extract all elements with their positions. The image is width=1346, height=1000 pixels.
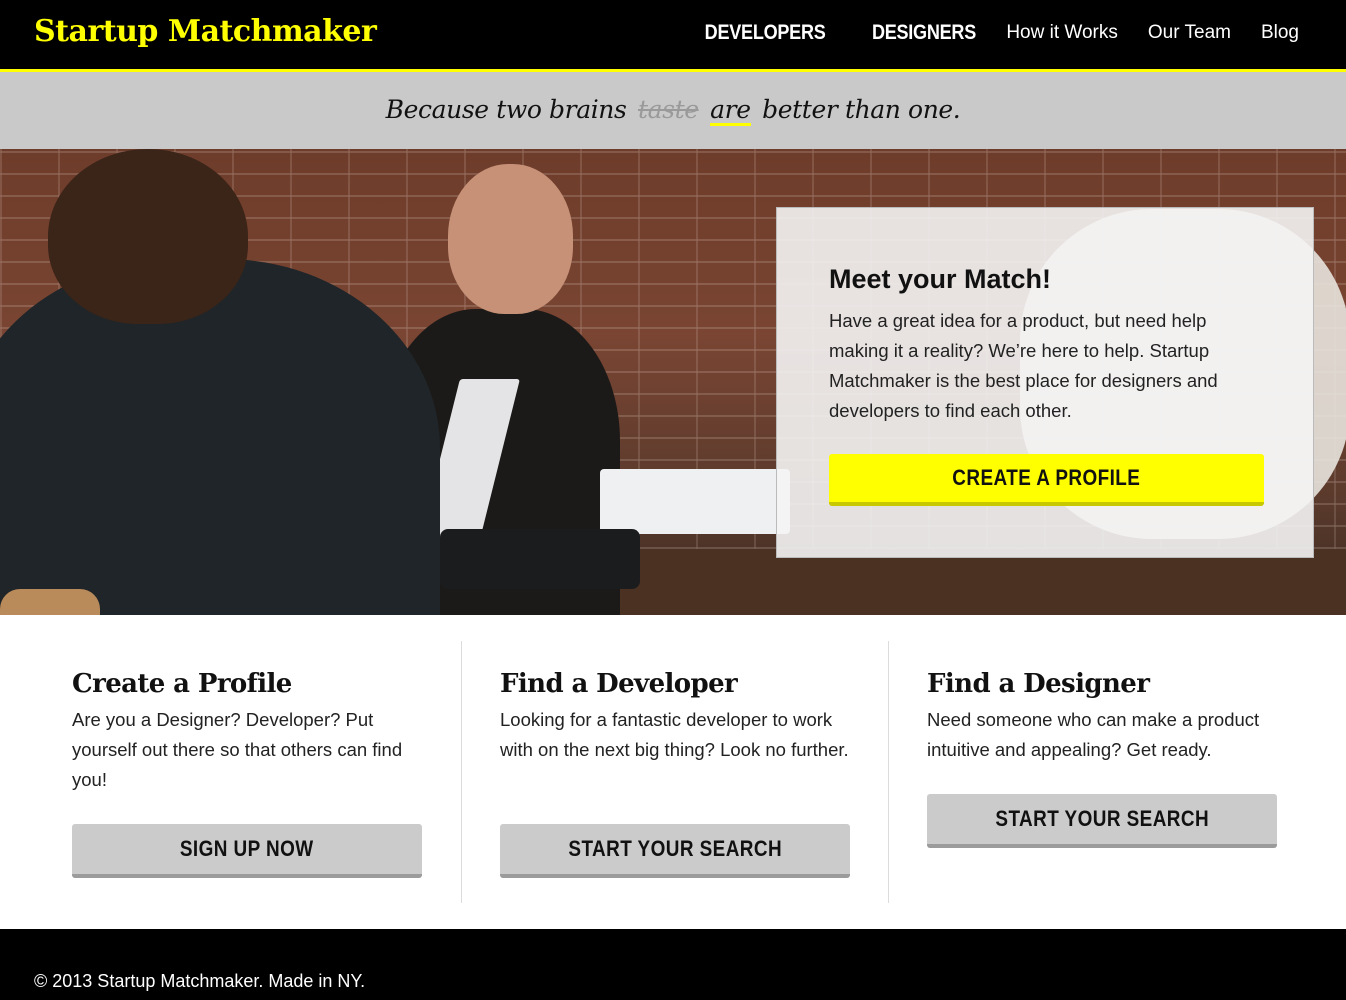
hero-photo-laptop-center — [600, 469, 790, 534]
find-developer-search-button[interactable]: START YOUR SEARCH — [500, 824, 850, 878]
site-footer: © 2013 Startup Matchmaker. Made in NY. — [0, 929, 1346, 1000]
nav-blog[interactable]: Blog — [1261, 22, 1299, 44]
feature-create-profile: Create a Profile Are you a Designer? Dev… — [34, 641, 461, 903]
feature-text: Looking for a fantastic developer to wor… — [500, 709, 849, 760]
feature-text: Are you a Designer? Developer? Put yours… — [72, 709, 403, 790]
footer-copyright: © 2013 Startup Matchmaker. Made in NY. — [34, 971, 366, 991]
site-logo[interactable]: Startup Matchmaker — [34, 14, 377, 49]
tagline-struck-word: taste — [637, 94, 699, 124]
sign-up-now-button-label: SIGN UP NOW — [180, 836, 314, 861]
match-description: Have a great idea for a product, but nee… — [829, 310, 1218, 421]
main-nav: DEVELOPERS DESIGNERS How it Works Our Te… — [673, 21, 1299, 45]
feature-find-developer: Find a Developer Looking for a fantastic… — [461, 641, 888, 903]
tagline-before: Because two brains — [385, 94, 627, 124]
nav-developers[interactable]: DEVELOPERS — [704, 21, 825, 45]
feature-title: Find a Designer — [927, 669, 1150, 699]
tagline-after: better than one. — [762, 94, 961, 124]
tagline: Because two brains taste are better than… — [386, 95, 961, 127]
sign-up-now-button[interactable]: SIGN UP NOW — [72, 824, 422, 878]
feature-title: Find a Developer — [500, 669, 738, 699]
match-card: Meet your Match! Have a great idea for a… — [776, 207, 1314, 558]
features-section: Create a Profile Are you a Designer? Dev… — [0, 615, 1346, 929]
nav-designers[interactable]: DESIGNERS — [872, 21, 976, 45]
hero-photo-bag — [440, 529, 640, 589]
hero-photo-chair — [0, 589, 100, 615]
nav-how-it-works[interactable]: How it Works — [1006, 22, 1118, 44]
tagline-underlined-word: are — [710, 96, 751, 127]
hero-photo-person-left-body — [0, 259, 440, 615]
create-profile-button-label: CREATE A PROFILE — [952, 465, 1141, 490]
nav-our-team[interactable]: Our Team — [1148, 22, 1231, 44]
hero-photo-person-center-head — [448, 164, 573, 314]
find-developer-search-button-label: START YOUR SEARCH — [568, 836, 782, 861]
feature-find-designer: Find a Designer Need someone who can mak… — [888, 641, 1315, 903]
feature-title: Create a Profile — [72, 669, 292, 699]
find-designer-search-button-label: START YOUR SEARCH — [995, 806, 1209, 831]
hero-photo-person-left-head — [48, 149, 248, 324]
find-designer-search-button[interactable]: START YOUR SEARCH — [927, 794, 1277, 848]
match-title: Meet your Match! — [829, 264, 1052, 294]
create-profile-button[interactable]: CREATE A PROFILE — [829, 454, 1264, 506]
feature-text: Need someone who can make a product intu… — [927, 709, 1260, 760]
site-header: Startup Matchmaker DEVELOPERS DESIGNERS … — [0, 0, 1346, 69]
tagline-band: Because two brains taste are better than… — [0, 72, 1346, 149]
